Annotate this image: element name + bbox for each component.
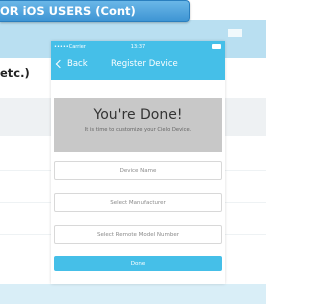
back-button[interactable]: Back [55, 59, 88, 69]
device-name-input[interactable] [55, 162, 221, 179]
section-banner: OR iOS USERS (Cont) [0, 0, 190, 22]
done-subtitle: It is time to customize your Cielo Devic… [84, 127, 192, 133]
phone-screen: •••••Carrier 13:37 Back Register Device … [51, 41, 225, 284]
status-time: 13:37 [130, 44, 146, 50]
done-panel: You're Done! It is time to customize you… [54, 98, 222, 152]
done-button[interactable]: Done [54, 256, 222, 271]
device-name-field[interactable] [54, 161, 222, 180]
manufacturer-select[interactable] [54, 193, 222, 212]
page-title: Register Device [111, 59, 178, 69]
nav-bar: Back Register Device [51, 53, 225, 80]
battery-icon [212, 44, 221, 49]
banner-title: OR iOS USERS (Cont) [0, 4, 136, 18]
status-bar: •••••Carrier 13:37 [51, 41, 225, 53]
remote-model-select[interactable] [54, 225, 222, 244]
manufacturer-input[interactable] [55, 194, 221, 211]
chevron-left-icon [55, 59, 65, 69]
background-battery-icon [228, 29, 242, 37]
done-title: You're Done! [93, 107, 183, 123]
back-label: Back [67, 59, 88, 69]
background-button [0, 284, 266, 304]
side-caption: etc.) [0, 66, 30, 80]
remote-model-input[interactable] [55, 226, 221, 243]
